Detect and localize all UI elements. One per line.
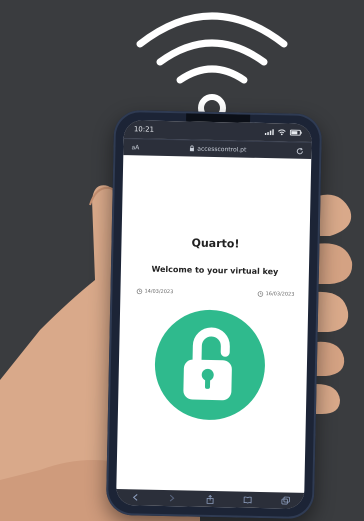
status-icons (264, 129, 302, 136)
text-size-button[interactable]: aA (131, 144, 139, 151)
browser-toolbar (115, 488, 305, 509)
checkout-date: 16/03/2023 (257, 291, 295, 298)
clock-icon (136, 288, 143, 295)
wifi-status-icon (278, 129, 286, 136)
forward-icon[interactable] (166, 493, 178, 503)
promo-scene: 10:21 aA accesscontrol.pt Quarto! Welcom… (0, 0, 364, 521)
clock-icon (257, 291, 264, 297)
checkin-date: 14/03/2023 (136, 288, 173, 295)
checkin-date-text: 14/03/2023 (144, 288, 174, 296)
checkout-date-text: 16/03/2023 (265, 291, 295, 298)
page-content: Quarto! Welcome to your virtual key 14/0… (116, 155, 311, 494)
share-icon[interactable] (204, 494, 216, 504)
phone-screen: 10:21 aA accesscontrol.pt Quarto! Welcom… (115, 120, 313, 509)
reload-icon[interactable] (296, 147, 303, 154)
status-time: 10:21 (133, 125, 155, 134)
back-icon[interactable] (129, 492, 141, 502)
tabs-icon[interactable] (279, 495, 291, 505)
smartphone: 10:21 aA accesscontrol.pt Quarto! Welcom… (105, 109, 323, 520)
battery-icon (289, 129, 302, 136)
bookmarks-icon[interactable] (242, 495, 254, 505)
page-subtitle: Welcome to your virtual key (151, 264, 279, 277)
url-field[interactable]: accesscontrol.pt (189, 145, 246, 153)
lock-icon (189, 145, 194, 152)
url-text: accesscontrol.pt (197, 145, 247, 154)
page-title: Quarto! (191, 236, 240, 251)
unlocked-padlock-icon (183, 327, 232, 401)
cellular-signal-icon (264, 129, 274, 136)
unlock-button[interactable] (153, 308, 267, 422)
